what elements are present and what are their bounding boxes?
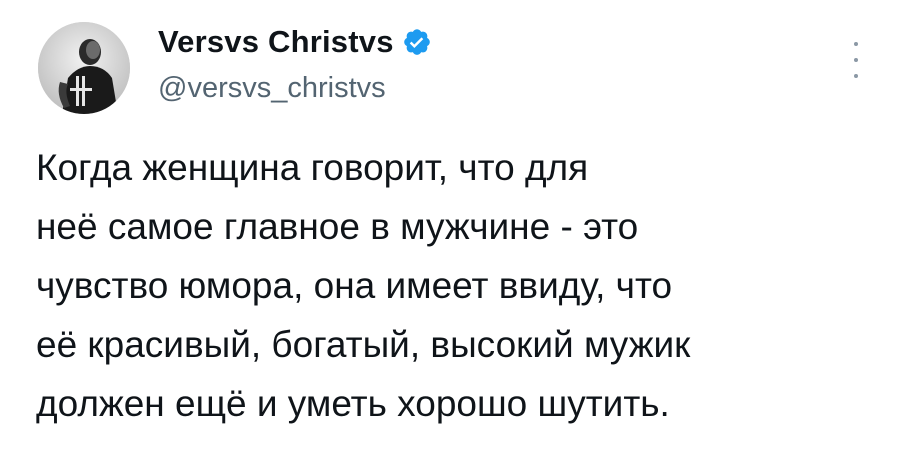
author-avatar[interactable] <box>38 22 130 114</box>
verified-badge-icon <box>402 27 432 57</box>
tweet-text: Когда женщина говорит, что для неё самое… <box>36 147 691 424</box>
more-vertical-icon-dot <box>854 74 858 78</box>
more-vertical-icon <box>854 42 858 46</box>
more-vertical-icon-dot <box>854 58 858 62</box>
avatar-photo-icon <box>38 22 130 114</box>
tweet-card: Versvs Christvs @versvs_christvs Когда ж… <box>0 0 900 465</box>
author-name-row: Versvs Christvs <box>158 22 432 62</box>
author-handle[interactable]: @versvs_christvs <box>158 72 386 105</box>
more-options-button[interactable] <box>846 42 866 78</box>
author-display-name[interactable]: Versvs Christvs <box>158 24 394 60</box>
